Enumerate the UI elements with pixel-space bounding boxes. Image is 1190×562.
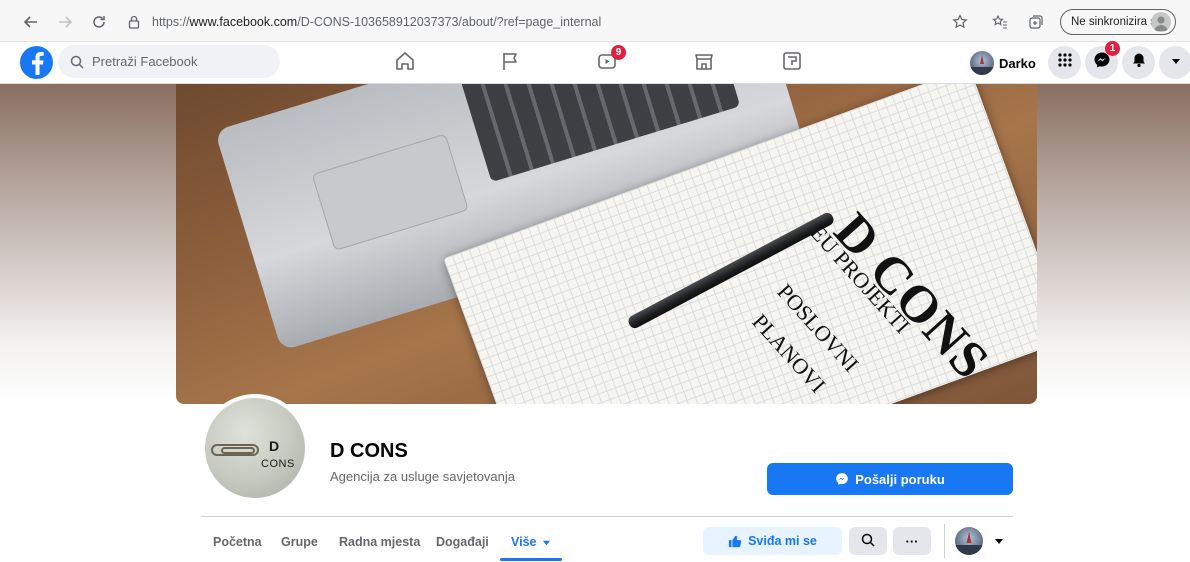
tab-groups[interactable]: Grupe [281, 528, 318, 556]
like-page-button[interactable]: Sviđa mi se [703, 527, 842, 555]
search-box[interactable] [58, 45, 280, 78]
messenger-badge: 1 [1105, 41, 1120, 56]
profile-picture[interactable]: D CONS [201, 394, 309, 502]
header-divider [201, 516, 1013, 517]
address-bar[interactable]: https://www.facebook.com/D-CONS-10365891… [128, 11, 601, 33]
nav-gaming[interactable] [762, 42, 822, 84]
search-icon [70, 55, 84, 69]
switcher-avatar [955, 527, 983, 555]
account-button[interactable] [1159, 46, 1190, 79]
gaming-icon [781, 50, 803, 77]
marketplace-icon [693, 50, 715, 77]
menu-button[interactable] [1048, 46, 1081, 79]
nav-marketplace[interactable] [674, 42, 734, 84]
search-input[interactable] [92, 54, 262, 69]
nav-pages[interactable] [480, 42, 540, 84]
tab-jobs[interactable]: Radna mjesta [339, 528, 420, 556]
facebook-logo-icon[interactable] [20, 46, 53, 79]
profile-logo-letter: D [269, 438, 280, 454]
cover-photo[interactable]: D CONS EU PROJEKTI POSLOVNI PLANOVI [176, 84, 1037, 404]
tab-more[interactable]: Više [511, 528, 551, 556]
cover-background: D CONS EU PROJEKTI POSLOVNI PLANOVI [0, 84, 1190, 404]
messenger-button[interactable]: 1 [1085, 41, 1120, 79]
like-label: Sviđa mi se [748, 534, 817, 548]
sync-status-button[interactable]: Ne sinkronizira se [1060, 9, 1176, 35]
profile-chip[interactable]: Darko [970, 48, 1036, 78]
page-title: D CONS [330, 440, 408, 462]
watch-badge: 9 [611, 45, 626, 60]
bell-icon [1131, 52, 1147, 73]
url-prefix: https:// [152, 15, 190, 29]
lock-icon [128, 15, 142, 29]
url-path: /D-CONS-103658912037373/about/?ref=page_… [297, 15, 602, 29]
profile-switcher[interactable] [955, 526, 1004, 556]
caret-down-icon [1170, 54, 1182, 72]
favorite-add-icon[interactable] [948, 10, 972, 34]
more-options-icon: ··· [905, 533, 919, 549]
flag-icon [499, 50, 521, 77]
grid-menu-icon [1057, 52, 1073, 73]
actions-separator [944, 524, 945, 558]
home-icon [394, 50, 416, 77]
back-icon[interactable] [18, 9, 44, 35]
active-tab-indicator [500, 558, 562, 561]
forward-icon[interactable] [52, 9, 78, 35]
notifications-button[interactable] [1122, 46, 1155, 79]
profile-logo-word: CONS [261, 458, 295, 470]
user-avatar [970, 51, 994, 75]
tab-more-label: Više [511, 535, 537, 549]
url-domain: www.facebook.com [189, 15, 298, 29]
browser-profile-avatar [1151, 12, 1171, 32]
more-options-button[interactable]: ··· [893, 527, 931, 555]
send-message-label: Pošalji poruku [855, 471, 945, 487]
nav-home[interactable] [375, 42, 435, 84]
cover-trackpad [311, 133, 469, 251]
tab-home[interactable]: Početna [213, 528, 262, 556]
caret-down-icon [994, 536, 1004, 546]
user-name: Darko [999, 55, 1036, 71]
search-page-button[interactable] [849, 527, 887, 555]
tab-events[interactable]: Događaji [436, 528, 489, 556]
search-icon [861, 533, 875, 550]
collections-icon[interactable] [1024, 10, 1048, 34]
paperclip-inner [221, 447, 255, 454]
page-category: Agencija za usluge savjetovanja [330, 469, 516, 484]
favorites-icon[interactable] [988, 10, 1012, 34]
facebook-top-bar: 9 Darko 1 [0, 41, 1190, 84]
caret-down-icon [542, 538, 551, 547]
nav-watch[interactable]: 9 [577, 42, 637, 84]
send-message-button[interactable]: Pošalji poruku [767, 463, 1013, 495]
messenger-icon [835, 472, 849, 486]
sync-label: Ne sinkronizira se [1071, 16, 1163, 28]
thumbs-up-icon [728, 534, 742, 548]
reload-icon[interactable] [86, 9, 112, 35]
browser-toolbar: https://www.facebook.com/D-CONS-10365891… [0, 0, 1190, 42]
